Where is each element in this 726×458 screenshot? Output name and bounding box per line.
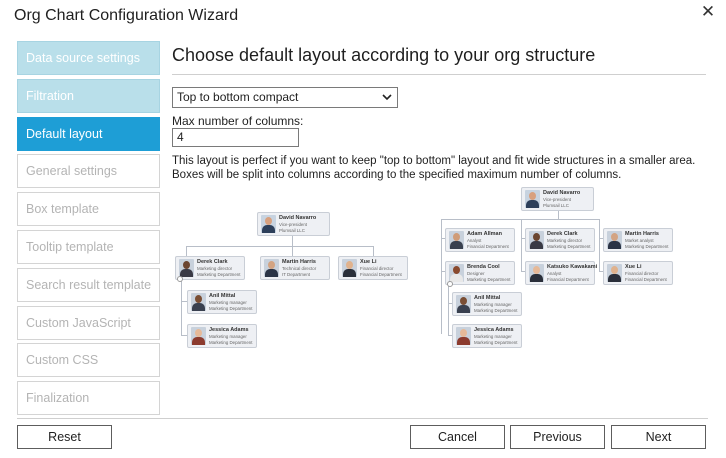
title-bar: Org Chart Configuration Wizard ✕	[0, 0, 726, 34]
next-button[interactable]: Next	[611, 425, 706, 449]
org-card: Adam Allman Analyst Financial Department	[445, 228, 515, 252]
columns-input[interactable]: 4	[172, 128, 299, 147]
columns-label: Max number of columns:	[172, 114, 304, 128]
reset-button[interactable]: Reset	[17, 425, 112, 449]
org-card: Anil Mittal Marketing manager Marketing …	[452, 292, 522, 316]
cancel-button[interactable]: Cancel	[410, 425, 505, 449]
org-card: Jessica Adams Marketing manager Marketin…	[187, 324, 257, 348]
org-card: David Navarro Vice-president Plumsail LL…	[521, 187, 594, 211]
org-card: Xue Li Financial director Financial Depa…	[338, 256, 408, 280]
org-card: Xue Li Financial director Financial Depa…	[603, 261, 673, 285]
org-card: Anil Mittal Marketing manager Marketing …	[187, 290, 257, 314]
layout-select[interactable]: Top to bottom compact	[172, 87, 398, 108]
footer-divider	[17, 418, 708, 419]
close-icon[interactable]: ✕	[698, 2, 718, 22]
step-search-result-template: Search result template	[17, 267, 160, 302]
wizard-steps-sidebar: Data source settings Filtration Default …	[17, 41, 160, 419]
step-tooltip-template: Tooltip template	[17, 229, 160, 264]
org-card: Katsuko Kawakami Analyst Financial Depar…	[525, 261, 597, 285]
step-filtration[interactable]: Filtration	[17, 78, 160, 113]
step-finalization: Finalization	[17, 381, 160, 416]
org-card: David Navarro Vice-president Plumsail LL…	[257, 212, 330, 236]
description-line-1: This layout is perfect if you want to ke…	[172, 155, 696, 167]
org-card: Derek Clark Marketing director Marketing…	[175, 256, 245, 282]
org-card: Derek Clark Marketing director Marketing…	[525, 228, 595, 252]
org-card: Martin Harris Market analyst Marketing D…	[603, 228, 673, 252]
step-default-layout[interactable]: Default layout	[17, 116, 160, 151]
layout-description: This layout is perfect if you want to ke…	[172, 155, 706, 182]
page-title: Choose default layout according to your …	[172, 41, 706, 75]
window-title: Org Chart Configuration Wizard	[14, 7, 239, 24]
org-card: Brenda Cool Designer Marketing Departmen…	[445, 261, 515, 287]
main-panel: Choose default layout according to your …	[172, 41, 708, 181]
step-data-source-settings[interactable]: Data source settings	[17, 41, 160, 75]
org-card: Jessica Adams Marketing manager Marketin…	[452, 324, 522, 348]
chevron-down-icon	[382, 94, 392, 101]
description-line-2: Boxes will be split into columns accordi…	[172, 168, 622, 181]
step-custom-css: Custom CSS	[17, 343, 160, 378]
previous-button[interactable]: Previous	[510, 425, 605, 449]
layout-select-value: Top to bottom compact	[177, 90, 299, 104]
step-box-template: Box template	[17, 192, 160, 227]
org-card: Martin Harris Technical director IT Depa…	[260, 256, 330, 280]
step-custom-javascript: Custom JavaScript	[17, 305, 160, 340]
step-general-settings: General settings	[17, 154, 160, 189]
